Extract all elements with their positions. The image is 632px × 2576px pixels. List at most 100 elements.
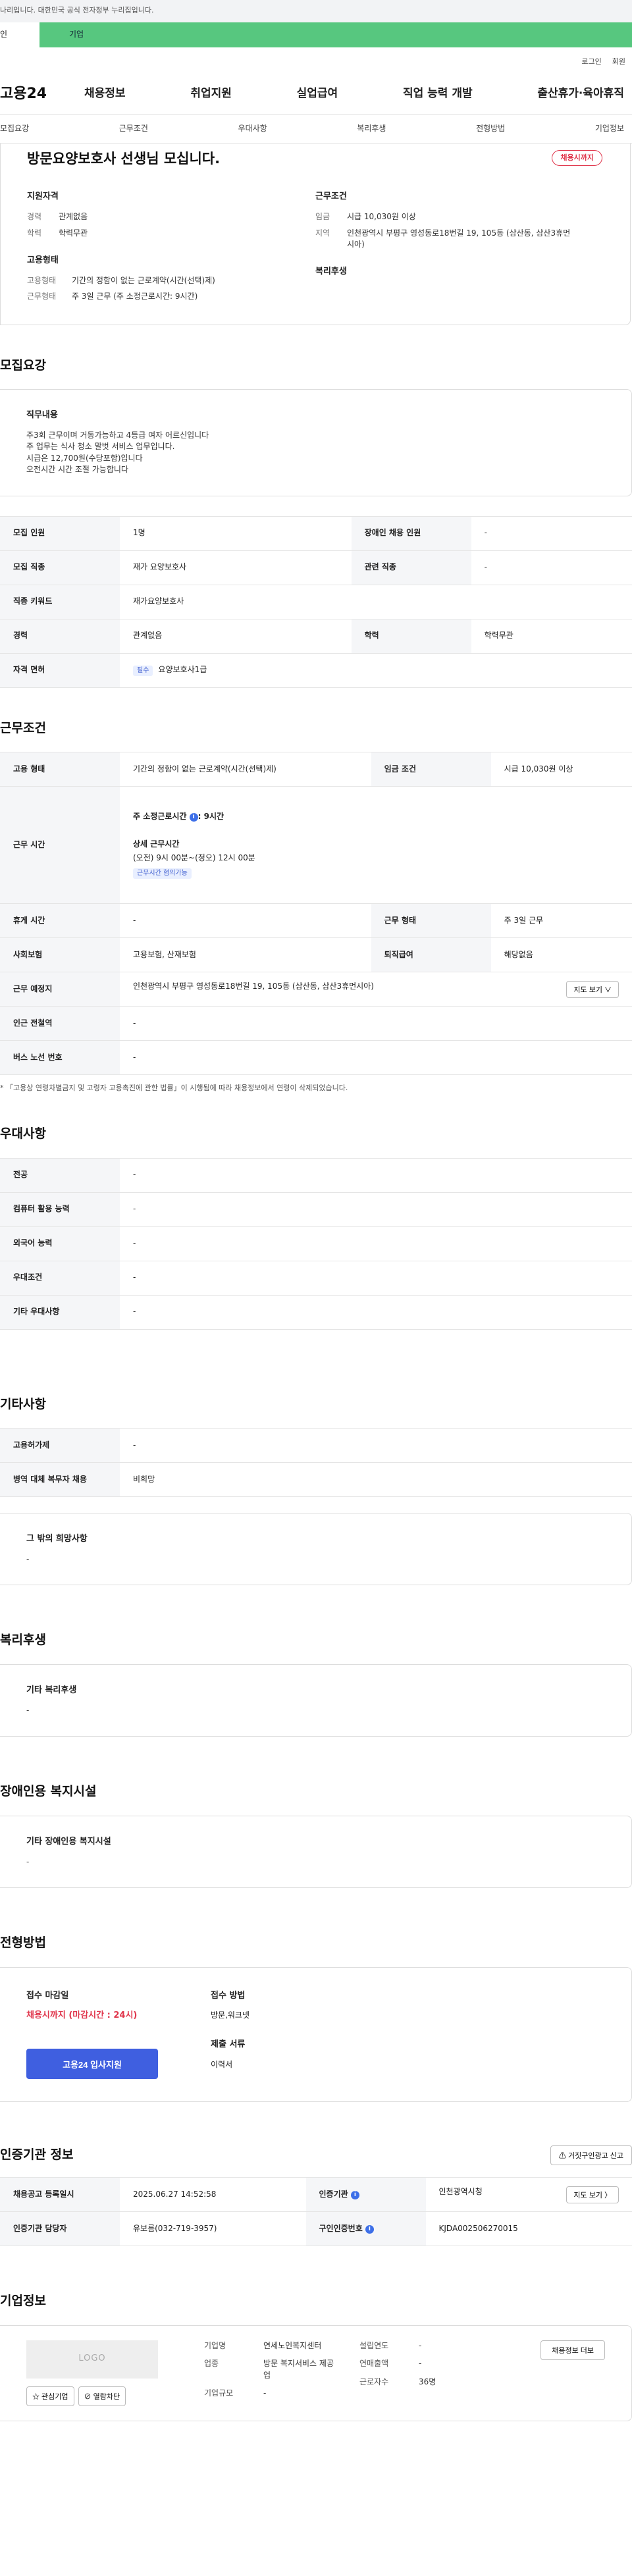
- deadline-value: 채용시까지 (마감시간 : 24시): [26, 2011, 138, 2021]
- table-value: 재가 요양보호사: [120, 550, 352, 585]
- gnb-item-jobs[interactable]: 채용정보: [84, 86, 126, 102]
- company-key: 기업명: [204, 2340, 226, 2350]
- table-value: KJDA002506270015: [425, 2211, 632, 2247]
- other-wish-value: -: [26, 1554, 30, 1564]
- table-value: 1명: [120, 515, 352, 551]
- table-row: 병역 대체 복무자 채용 비희망: [0, 1462, 632, 1498]
- table-row: 근무 예정지 인천광역시 부평구 영성동로18번길 19, 105동 (삼산동, …: [0, 972, 632, 1007]
- duty-box: 직무내용 주3회 근무이며 거동가능하고 4등급 여자 어르신입니다 주 업무는…: [0, 389, 632, 496]
- pref-table: 전공 - 컴퓨터 활용 능력 - 외국어 능력 - 우대조건 - 기타 우대사항 -: [0, 1157, 632, 1330]
- work-section-title: 근무조건: [0, 720, 46, 735]
- summary-row: 지역 인천광역시 부평구 영성동로18번길 19, 105동 (삼산동, 삼산3휴…: [315, 228, 604, 251]
- table-value: 기간의 정함이 없는 근로계약(시간(선택)제): [120, 752, 371, 787]
- block-company-button[interactable]: ⊘ 열람차단: [78, 2386, 126, 2406]
- table-key: 근무 시간: [0, 786, 120, 905]
- favorite-company-button[interactable]: ☆ 관심기업: [26, 2386, 74, 2406]
- table-value: -: [120, 1428, 632, 1463]
- welfare-box-heading: 기타 복리후생: [26, 1685, 77, 1695]
- emp-heading: 고용형태: [27, 255, 59, 266]
- table-value: -: [471, 515, 632, 551]
- join-link[interactable]: 회원: [612, 57, 625, 74]
- warning-icon: ⚠: [558, 2152, 566, 2161]
- info-icon[interactable]: i: [189, 813, 198, 822]
- table-value: 유보름(032-719-3957): [120, 2211, 306, 2247]
- info-icon[interactable]: i: [365, 2225, 374, 2234]
- cert-map-button[interactable]: 지도 보기 〉: [566, 2186, 619, 2203]
- company-value: -: [419, 2359, 422, 2369]
- summary-row: 고용형태 기간의 정함이 없는 근로계약(시간(선택)제): [27, 275, 315, 286]
- company-row: 근로자수 36명: [359, 2377, 458, 2388]
- table-value: -: [120, 1006, 632, 1041]
- company-value: 36명: [419, 2377, 436, 2386]
- table-key: 경력: [0, 619, 120, 654]
- gov-notice-bar: 나리입니다. 대한민국 공식 전자정부 누리집입니다.: [0, 0, 632, 22]
- table-row: 고용허가제 -: [0, 1428, 632, 1463]
- map-view-button[interactable]: 지도 보기 ∨: [566, 980, 619, 998]
- table-key: 병역 대체 복무자 채용: [0, 1462, 120, 1498]
- company-value: 연세노인복지센터: [263, 2340, 322, 2350]
- company-key: 설립연도: [359, 2340, 389, 2350]
- table-key: 채용공고 등록일시: [0, 2177, 120, 2213]
- gnb-item-support[interactable]: 취업지원: [190, 86, 232, 102]
- table-key: 사회보험: [0, 937, 120, 973]
- table-row: 전공 -: [0, 1157, 632, 1193]
- license-value: 요양보호사1급: [158, 664, 207, 674]
- company-value: -: [419, 2340, 422, 2350]
- table-key: 전공: [0, 1157, 120, 1193]
- company-key: 기업규모: [204, 2388, 234, 2398]
- tab-personal[interactable]: 인: [0, 22, 40, 47]
- site-logo[interactable]: 고용24: [0, 84, 84, 105]
- table-key: 구인인증번호: [319, 2224, 363, 2234]
- status-badge: 채용시까지: [552, 150, 602, 166]
- summary-key: 임금: [315, 212, 330, 222]
- job-title: 방문요양보호사 선생님 모십니다.: [27, 151, 221, 167]
- detail-hours-title: 상세 근무시간: [133, 839, 180, 849]
- tab-company[interactable]: 기업: [40, 22, 632, 47]
- anchor-company[interactable]: 기업정보: [595, 123, 624, 134]
- summary-row: 임금 시급 10,030원 이상: [315, 211, 604, 223]
- cond-heading: 근무조건: [315, 192, 347, 202]
- table-row: 채용공고 등록일시 2025.06.27 14:52:58 인증기관 i 인천광역시청…: [0, 2177, 632, 2213]
- report-fake-ad-button[interactable]: ⚠ 거짓구인광고 신고: [550, 2145, 632, 2166]
- table-key: 모집 인원: [0, 515, 120, 551]
- table-key: 학력: [351, 619, 471, 654]
- table-row: 모집 직종 재가 요양보호사 관련 직종 -: [0, 550, 632, 585]
- table-value: -: [120, 1261, 632, 1296]
- table-key: 근무 예정지: [0, 972, 120, 1007]
- table-key: 휴게 시간: [0, 903, 120, 939]
- apply-button[interactable]: 고용24 입사지원: [26, 2049, 158, 2080]
- anchor-recruit[interactable]: 모집요강: [0, 123, 29, 134]
- table-key: 모집 직종: [0, 550, 120, 585]
- table-value: 학력무관: [471, 619, 632, 654]
- method-heading: 접수 방법: [211, 1990, 246, 2001]
- table-row: 고용 형태 기간의 정함이 없는 근로계약(시간(선택)제) 임금 조건 시급 10,…: [0, 752, 632, 787]
- anchor-pref[interactable]: 우대사항: [238, 123, 267, 134]
- company-key: 업종: [204, 2359, 219, 2369]
- anchor-work[interactable]: 근무조건: [119, 123, 148, 134]
- company-key: 연매출액: [359, 2359, 389, 2369]
- gnb-item-benefit[interactable]: 실업급여: [297, 86, 338, 102]
- summary-key: 학력: [27, 228, 42, 238]
- company-section-title: 기업정보: [0, 2294, 46, 2309]
- summary-value: 주 3일 근무 (주 소정근로시간: 9시간): [72, 292, 198, 302]
- table-key: 고용허가제: [0, 1428, 120, 1463]
- table-value: -: [120, 1192, 632, 1227]
- summary-row: 경력 관계없음: [27, 211, 315, 223]
- table-row: 우대조건 -: [0, 1261, 632, 1296]
- table-value: -: [471, 550, 632, 585]
- disability-box: 기타 장애인용 복지시설 -: [0, 1815, 632, 1889]
- table-value: 주 3일 근무: [490, 903, 632, 939]
- anchor-apply[interactable]: 전형방법: [476, 123, 505, 134]
- table-value: 고용보험, 산재보험: [120, 937, 371, 973]
- gnb-item-training[interactable]: 직업 능력 개발: [403, 86, 473, 102]
- info-icon[interactable]: i: [350, 2191, 359, 2200]
- gnb-item-leave[interactable]: 출산휴가·육아휴직: [537, 86, 624, 102]
- summary-key: 고용형태: [27, 275, 57, 285]
- company-jobs-button[interactable]: 채용정보 더보: [540, 2340, 605, 2360]
- table-key: 컴퓨터 활용 능력: [0, 1192, 120, 1227]
- recruit-section-title: 모집요강: [0, 357, 46, 373]
- summary-value: 관계없음: [59, 212, 88, 222]
- login-link[interactable]: 로그인: [581, 57, 601, 74]
- anchor-welfare[interactable]: 복리후생: [357, 123, 386, 134]
- other-wish-box: 그 밖의 희망사항 -: [0, 1513, 632, 1586]
